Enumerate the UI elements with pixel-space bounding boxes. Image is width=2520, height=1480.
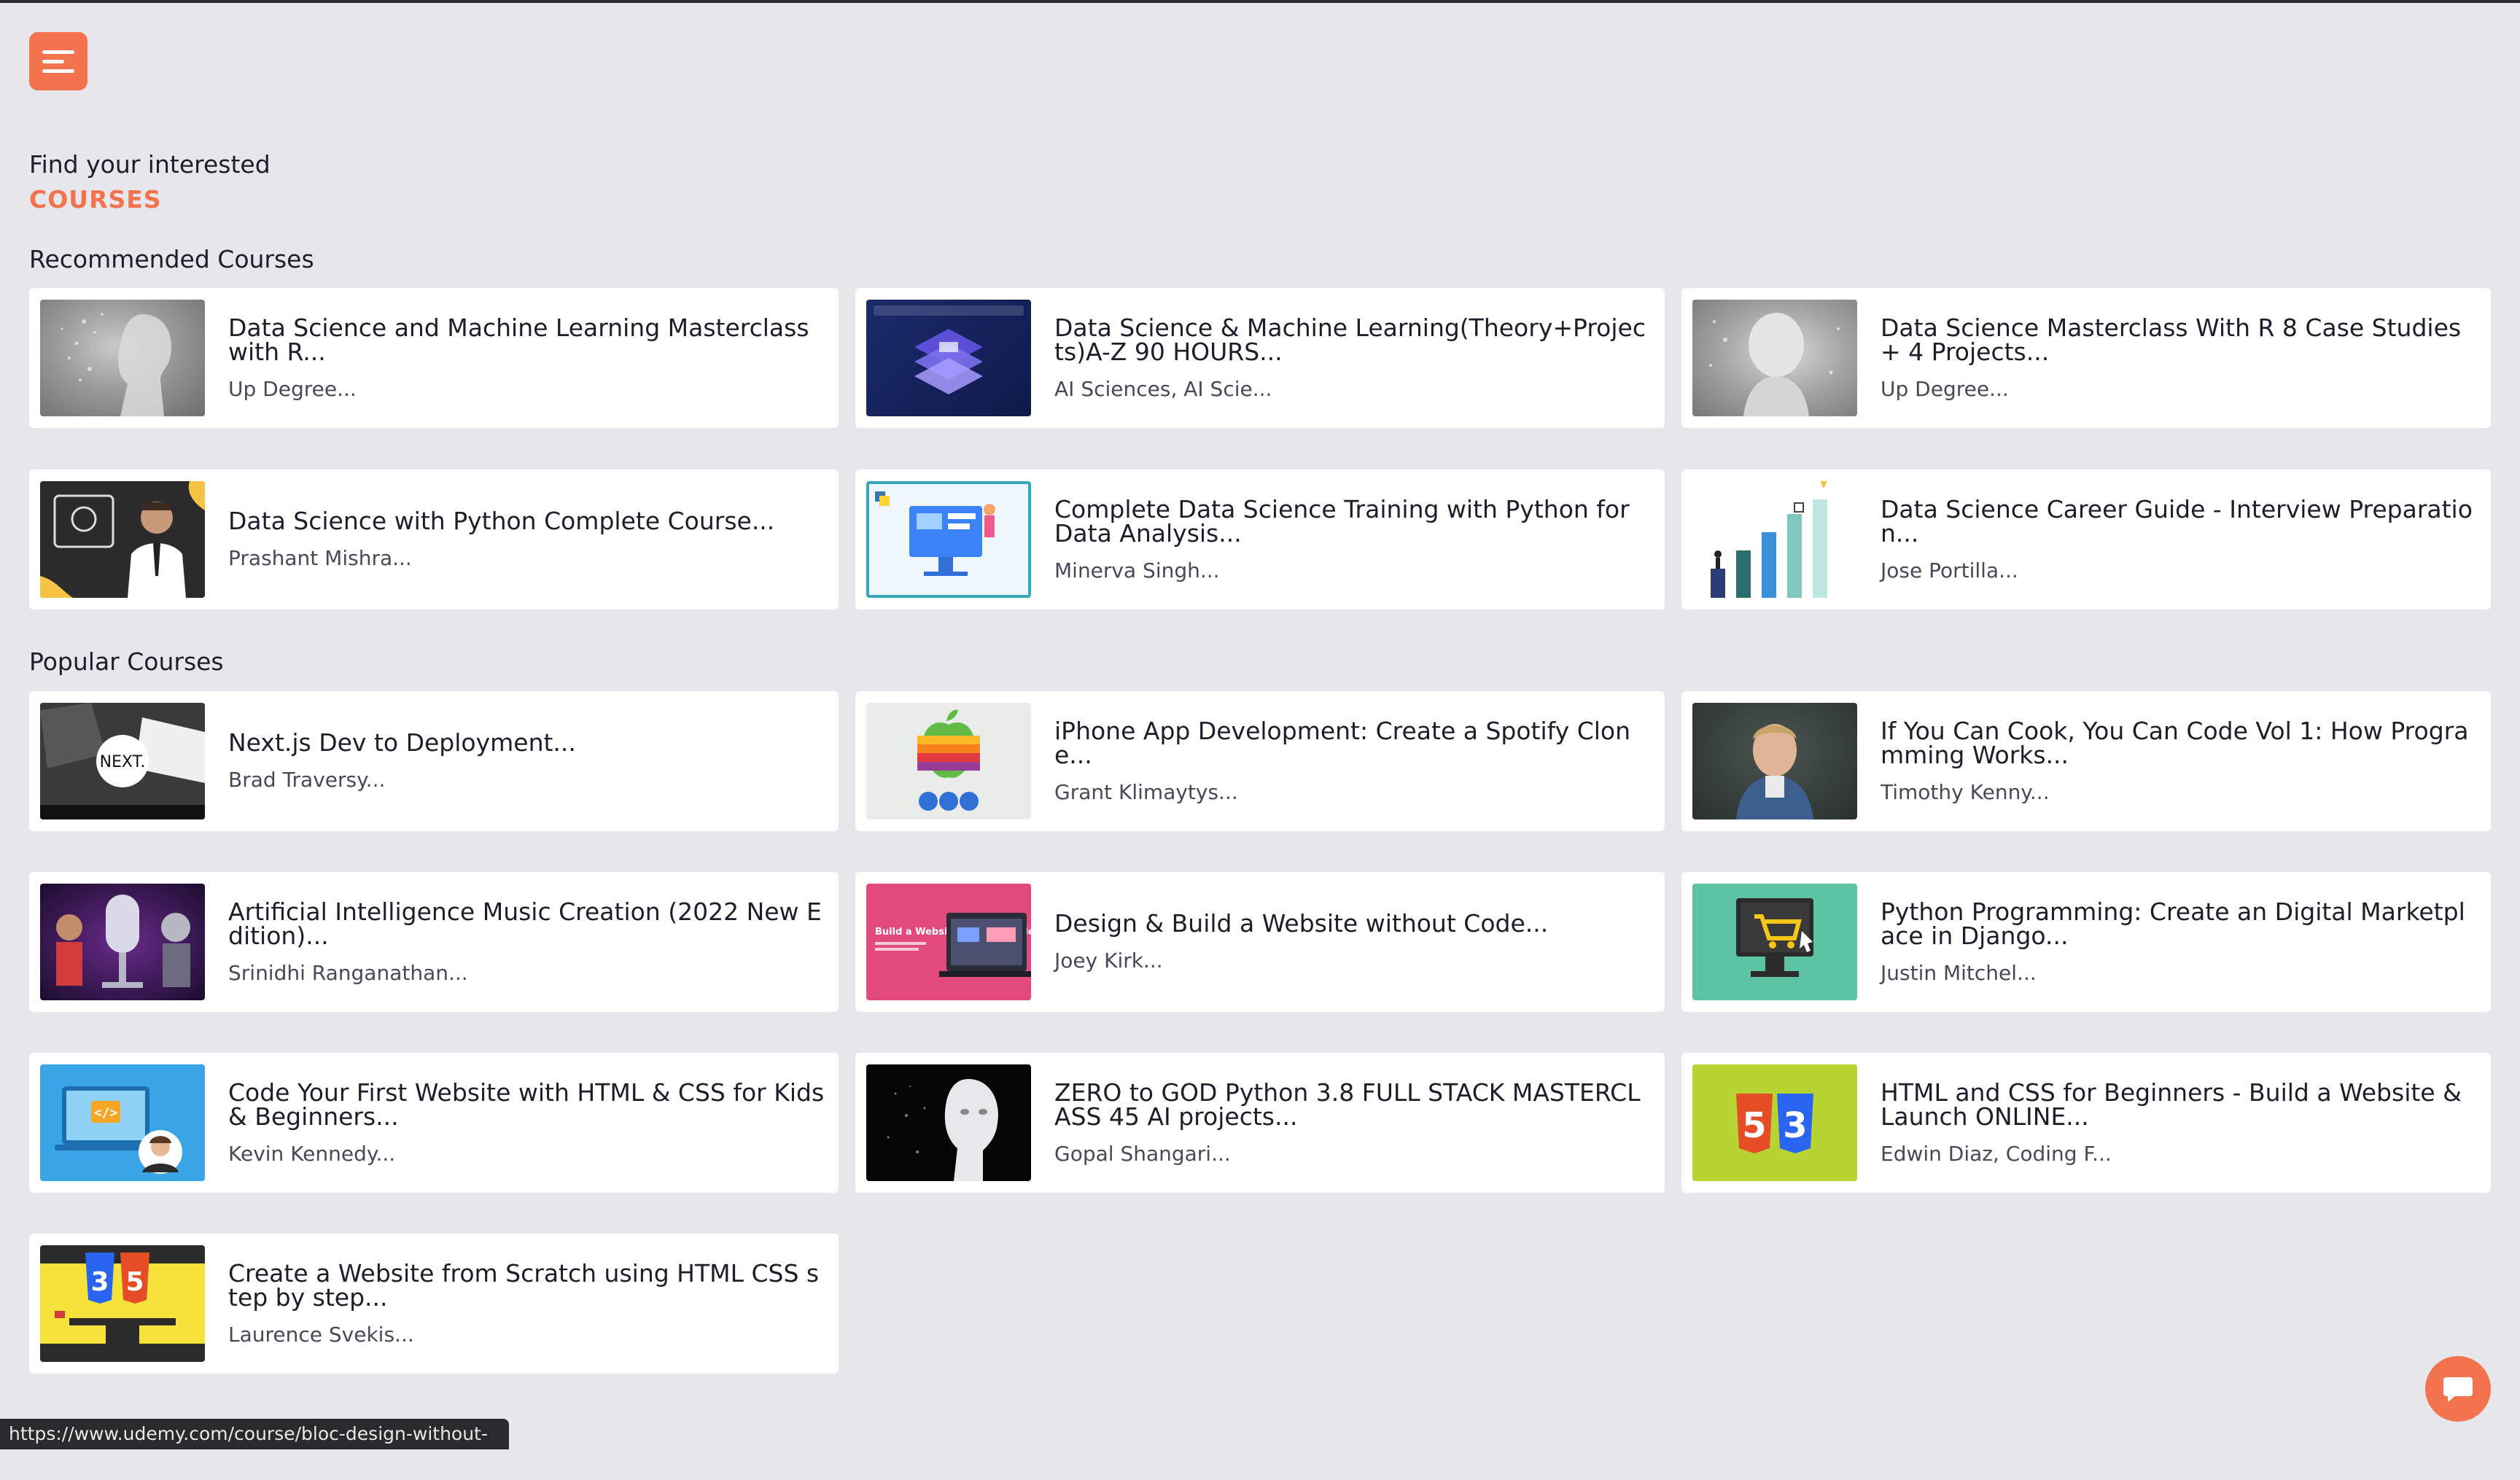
css3-number: 3	[1783, 1105, 1807, 1146]
course-author: Up Degree...	[228, 376, 357, 401]
courses-heading: COURSES	[29, 185, 162, 214]
hamburger-menu-button[interactable]	[29, 32, 88, 90]
hamburger-menu-icon-line	[42, 69, 74, 73]
course-thumbnail	[1692, 481, 1857, 598]
course-author: Justin Mitchel...	[1881, 960, 2037, 985]
svg-text:3: 3	[90, 1267, 109, 1297]
course-card[interactable]: 5 3 HTML and CSS for Beginners - Build a…	[1681, 1053, 2491, 1193]
course-card[interactable]: iPhone App Development: Create a Spotify…	[855, 691, 1665, 831]
recommended-section-title: Recommended Courses	[29, 245, 314, 273]
course-card[interactable]: Artificial Intelligence Music Creation (…	[29, 872, 839, 1012]
status-bar-url: https://www.udemy.com/course/bloc-design…	[0, 1419, 509, 1475]
course-card[interactable]: If You Can Cook, You Can Code Vol 1: How…	[1681, 691, 2491, 831]
next-logo-text: NEXT.	[100, 753, 146, 771]
course-author: Grant Klimaytys...	[1054, 779, 1238, 804]
top-border	[0, 0, 2520, 3]
hamburger-menu-icon-line	[42, 59, 64, 63]
course-author: Joey Kirk...	[1054, 949, 1163, 973]
course-title: If You Can Cook, You Can Code Vol 1: How…	[1881, 716, 2469, 769]
course-title: Data Science Masterclass With R 8 Case S…	[1881, 313, 2462, 366]
course-card[interactable]: ZERO to GOD Python 3.8 FULL STACK MASTER…	[855, 1053, 1665, 1193]
course-card[interactable]: Complete Data Science Training with Pyth…	[855, 470, 1665, 609]
hamburger-menu-icon-line	[42, 50, 74, 54]
course-title: Data Science Career Guide - Interview Pr…	[1881, 494, 2473, 548]
course-thumbnail	[866, 703, 1031, 819]
course-author: Kevin Kennedy...	[228, 1141, 396, 1166]
course-thumbnail: NEXT.	[40, 703, 205, 819]
svg-text:</>: </>	[94, 1105, 118, 1121]
course-card[interactable]: Data Science with Python Complete Course…	[29, 470, 839, 609]
course-thumbnail	[1692, 703, 1857, 819]
course-thumbnail	[40, 884, 205, 1000]
course-title: HTML and CSS for Beginners - Build a Web…	[1881, 1078, 2462, 1131]
course-thumbnail	[1692, 300, 1857, 416]
course-card[interactable]: NEXT. Next.js Dev to Deployment... Brad …	[29, 691, 839, 831]
popular-section-title: Popular Courses	[29, 647, 224, 676]
course-author: Brad Traversy...	[228, 768, 386, 792]
course-thumbnail	[866, 1064, 1031, 1181]
course-card[interactable]: Data Science Masterclass With R 8 Case S…	[1681, 288, 2491, 428]
html5-number: 5	[1742, 1105, 1766, 1146]
course-title: ZERO to GOD Python 3.8 FULL STACK MASTER…	[1054, 1078, 1641, 1131]
course-author: Laurence Svekis...	[228, 1322, 414, 1347]
course-card[interactable]: Build a Website Without Code Design & Bu…	[855, 872, 1665, 1012]
course-card[interactable]: Data Science Career Guide - Interview Pr…	[1681, 470, 2491, 609]
course-author: Minerva Singh...	[1054, 558, 1220, 583]
course-card[interactable]: 3 5 Create a Website from Scratch using …	[29, 1234, 839, 1374]
course-thumbnail	[866, 481, 1031, 598]
course-author: Srinidhi Ranganathan...	[228, 960, 468, 985]
course-thumbnail: </>	[40, 1064, 205, 1181]
course-title: Design & Build a Website without Code...	[1054, 909, 1549, 938]
svg-text:5: 5	[125, 1267, 144, 1297]
course-thumbnail	[40, 300, 205, 416]
course-title: Data Science with Python Complete Course…	[228, 507, 775, 535]
course-title: Artificial Intelligence Music Creation (…	[228, 897, 822, 950]
course-author: Up Degree...	[1881, 376, 2009, 401]
course-card[interactable]: </> Code Your First Website with HTML & …	[29, 1053, 839, 1193]
chat-bubble-icon	[2443, 1377, 2473, 1402]
course-card[interactable]: Python Programming: Create an Digital Ma…	[1681, 872, 2491, 1012]
course-thumbnail: 3 5	[40, 1245, 205, 1362]
course-title: Data Science & Machine Learning(Theory+P…	[1054, 313, 1646, 366]
course-title: Complete Data Science Training with Pyth…	[1054, 494, 1630, 548]
course-thumbnail: 5 3	[1692, 1064, 1857, 1181]
chat-button[interactable]	[2425, 1356, 2491, 1422]
course-thumbnail	[40, 481, 205, 598]
course-thumbnail	[866, 300, 1031, 416]
course-title: Data Science and Machine Learning Master…	[228, 313, 809, 366]
course-title: Create a Website from Scratch using HTML…	[228, 1258, 820, 1312]
course-author: Jose Portilla...	[1881, 558, 2018, 583]
course-title: Next.js Dev to Deployment...	[228, 728, 576, 757]
find-interested-label: Find your interested	[29, 150, 271, 179]
course-title: iPhone App Development: Create a Spotify…	[1054, 716, 1631, 769]
course-thumbnail	[1692, 884, 1857, 1000]
course-title: Python Programming: Create an Digital Ma…	[1881, 897, 2465, 950]
course-thumbnail: Build a Website Without Code	[866, 884, 1031, 1000]
course-author: Edwin Diaz, Coding F...	[1881, 1141, 2112, 1166]
course-author: Prashant Mishra...	[228, 546, 412, 570]
course-title: Code Your First Website with HTML & CSS …	[228, 1078, 825, 1131]
course-author: Gopal Shangari...	[1054, 1141, 1231, 1166]
course-author: Timothy Kenny...	[1881, 779, 2050, 804]
course-author: AI Sciences, AI Scie...	[1054, 376, 1272, 401]
course-card[interactable]: Data Science and Machine Learning Master…	[29, 288, 839, 428]
course-card[interactable]: Data Science & Machine Learning(Theory+P…	[855, 288, 1665, 428]
